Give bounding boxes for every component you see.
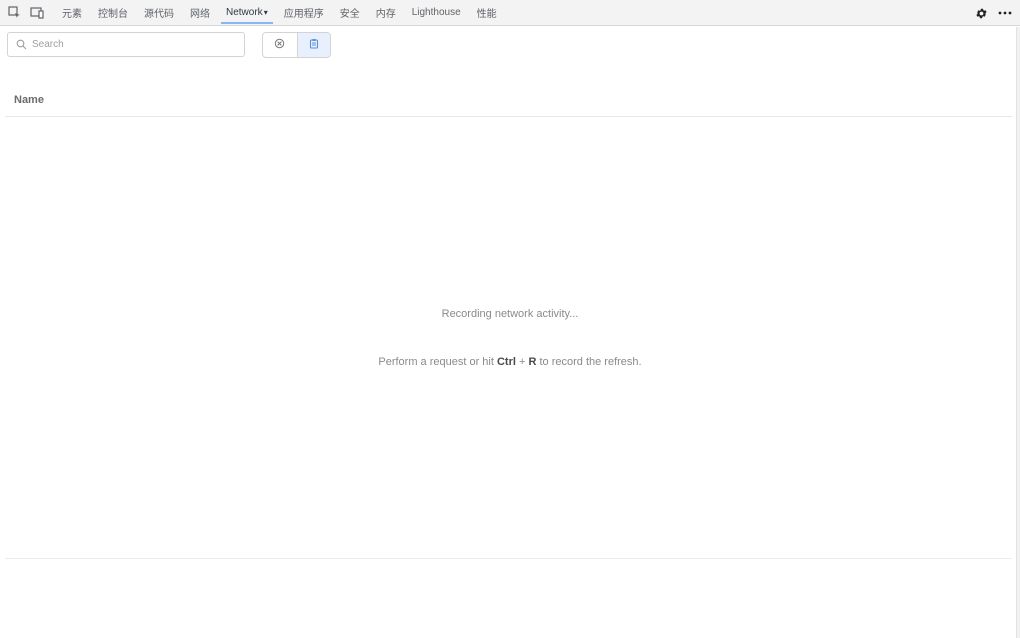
inspect-element-icon[interactable] — [7, 6, 21, 20]
tab-elements[interactable]: 元素 — [54, 0, 90, 26]
vertical-scrollbar[interactable] — [1016, 27, 1020, 638]
tab-memory[interactable]: 内存 — [368, 0, 404, 26]
preserve-log-icon — [309, 38, 319, 52]
tab-network-cn[interactable]: 网络 — [182, 0, 218, 26]
shortcut-plus: + — [515, 356, 529, 368]
preserve-log-button[interactable] — [296, 33, 330, 57]
column-header-name[interactable]: Name — [14, 94, 44, 106]
tab-network-dropdown-icon: ▾ — [263, 8, 268, 17]
search-box[interactable] — [7, 32, 245, 57]
tab-performance[interactable]: 性能 — [469, 0, 505, 26]
panel-tabs: 元素 控制台 源代码 网络 Network ▾ 应用程序 安全 内存 Lighth… — [54, 0, 505, 26]
network-toolbar — [0, 27, 1020, 63]
toolbar-button-group — [262, 32, 331, 58]
devtools-tabbar: 元素 控制台 源代码 网络 Network ▾ 应用程序 安全 内存 Lighth… — [0, 0, 1020, 26]
tab-network-label: Network — [226, 7, 263, 18]
tab-security[interactable]: 安全 — [332, 0, 368, 26]
tab-console[interactable]: 控制台 — [90, 0, 136, 26]
tab-sources[interactable]: 源代码 — [136, 0, 182, 26]
shortcut-key-ctrl: Ctrl — [496, 356, 516, 368]
search-input[interactable] — [32, 35, 232, 54]
tab-network[interactable]: Network ▾ — [218, 0, 276, 26]
clear-icon — [274, 38, 285, 52]
more-options-icon[interactable] — [998, 6, 1012, 20]
panel-divider — [5, 558, 1012, 559]
refresh-hint-suffix: to record the refresh. — [536, 356, 642, 368]
recording-message: Recording network activity... — [441, 308, 579, 320]
requests-table-header: Name — [5, 84, 1012, 117]
refresh-hint: Perform a request or hit Ctrl + R to rec… — [0, 356, 1020, 368]
empty-state: Recording network activity... Perform a … — [0, 118, 1020, 558]
device-toolbar-icon[interactable] — [30, 6, 44, 20]
tab-lighthouse[interactable]: Lighthouse — [404, 0, 469, 26]
clear-button[interactable] — [263, 33, 297, 57]
refresh-hint-prefix: Perform a request or hit — [378, 356, 497, 368]
tab-application[interactable]: 应用程序 — [276, 0, 332, 26]
tabbar-right-actions — [974, 0, 1012, 26]
settings-gear-icon[interactable] — [974, 6, 988, 20]
search-icon — [16, 39, 27, 50]
